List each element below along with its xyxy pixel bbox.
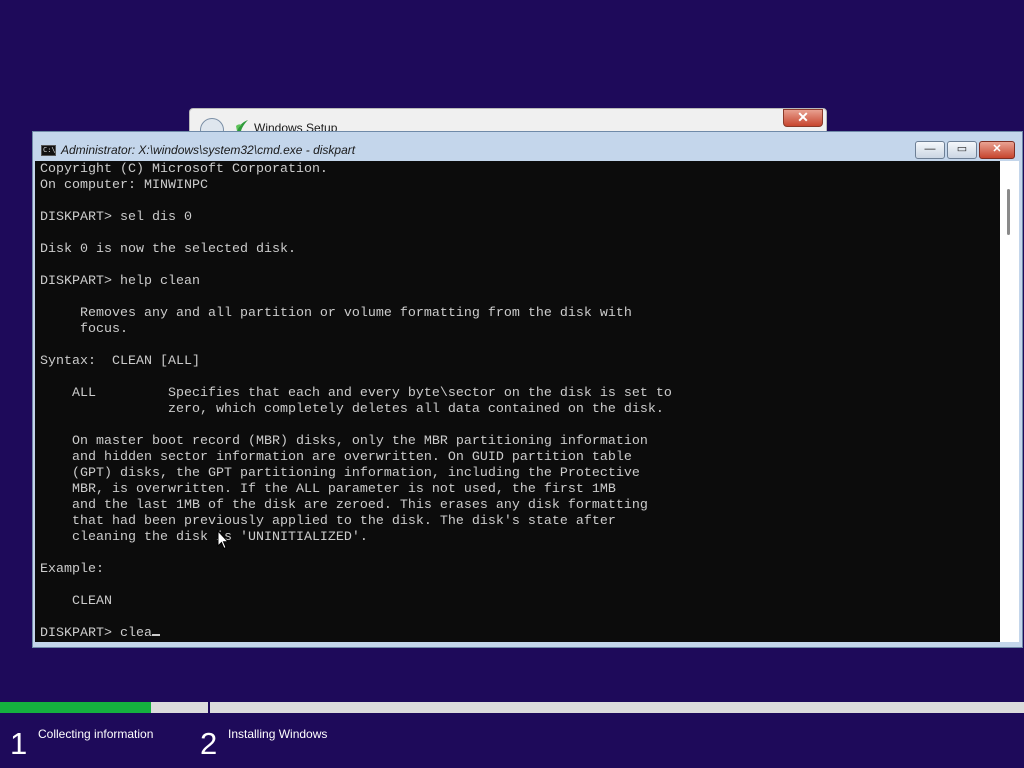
step-2-label: Installing Windows xyxy=(228,727,328,741)
setup-progress-bar xyxy=(0,702,1024,713)
step-1-number: 1 xyxy=(10,726,28,761)
cmd-app-icon: C:\ xyxy=(41,145,56,156)
minimize-button[interactable]: — xyxy=(915,141,945,159)
cmd-window: C:\ Administrator: X:\windows\system32\c… xyxy=(32,131,1023,648)
step-2-number: 2 xyxy=(200,726,218,761)
console-prompt-line[interactable]: DISKPART> clea xyxy=(40,626,152,641)
progress-step-divider xyxy=(208,702,210,713)
setup-close-button[interactable]: ✕ xyxy=(783,109,823,127)
console-output: Copyright (C) Microsoft Corporation. On … xyxy=(35,161,1000,642)
scrollbar-thumb[interactable] xyxy=(1007,189,1010,235)
mouse-pointer-icon xyxy=(217,530,229,550)
text-cursor xyxy=(151,634,160,636)
console-area[interactable]: Copyright (C) Microsoft Corporation. On … xyxy=(35,161,1000,642)
step-1-label: Collecting information xyxy=(38,727,154,741)
progress-fill xyxy=(0,702,151,713)
maximize-button[interactable]: ▭ xyxy=(947,141,977,159)
console-history: Copyright (C) Microsoft Corporation. On … xyxy=(40,162,672,609)
close-button[interactable]: ✕ xyxy=(979,141,1015,159)
cmd-window-title: Administrator: X:\windows\system32\cmd.e… xyxy=(61,143,356,157)
cmd-titlebar[interactable]: C:\ Administrator: X:\windows\system32\c… xyxy=(33,132,1022,161)
vertical-scrollbar[interactable] xyxy=(1000,161,1019,642)
